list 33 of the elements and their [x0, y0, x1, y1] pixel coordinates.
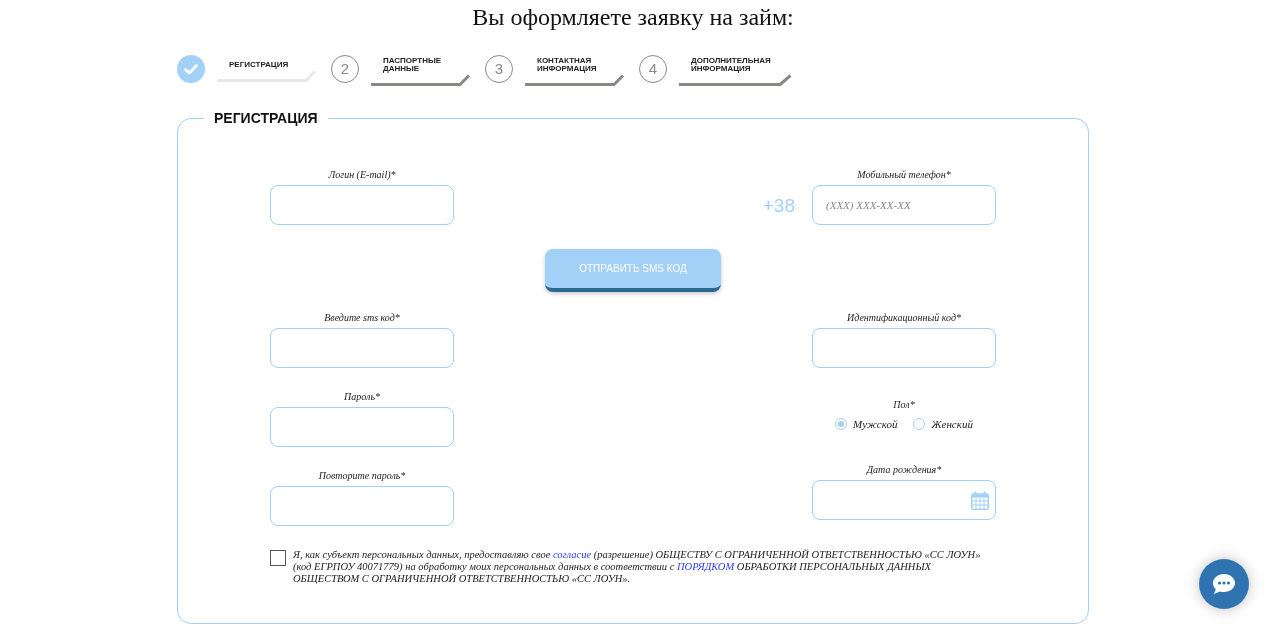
- field-label: Мобильный телефон*: [857, 169, 951, 181]
- radio-button[interactable]: [913, 418, 926, 430]
- text-field[interactable]: [270, 486, 454, 526]
- chat-bubble-icon: [1212, 573, 1236, 595]
- step-label: ПАСПОРТНЫЕ ДАННЫЕ: [383, 57, 442, 73]
- field-label: Повторите пароль*: [318, 470, 406, 482]
- text-link[interactable]: ПОРЯДКОМ: [677, 561, 735, 572]
- radio-label[interactable]: Мужской: [853, 417, 898, 431]
- text-field[interactable]: [270, 185, 454, 225]
- calendar-icon: [971, 490, 989, 510]
- text-link[interactable]: согласие: [552, 549, 592, 560]
- step-label: ДОПОЛНИТЕЛЬНАЯ ИНФОРМАЦИЯ: [691, 57, 771, 73]
- radio-button[interactable]: [835, 418, 848, 430]
- radio-label[interactable]: Женский: [931, 417, 973, 431]
- consent-checkbox[interactable]: [270, 550, 286, 566]
- date-field[interactable]: [812, 480, 996, 520]
- section-title: РЕГИСТРАЦИЯ: [213, 109, 319, 128]
- page-title: Вы оформляете заявку на займ:: [472, 3, 794, 32]
- text-field[interactable]: [270, 328, 454, 368]
- step-label: КОНТАКТНАЯ ИНФОРМАЦИЯ: [537, 57, 597, 73]
- phone-prefix: +38: [762, 195, 795, 215]
- step-label: РЕГИСТРАЦИЯ: [229, 61, 289, 69]
- phone-field[interactable]: (XXX) XXX-XX-XX: [812, 185, 996, 225]
- consent-text: Я, как субъект персональных данных, предоставляю свое согласие (разрешение) ОБЩЕСТВУ С ОГРАНИЧЕННОЙ ОТВЕТСТВЕННОСТЬЮ «СС ЛОУН» (код ЕГРПОУ 40071779) на обработку моих персональных данных в соответствии с ПОРЯДКОМ ОБРАБОТКИ ПЕРСОНАЛЬНЫХ ДАННЫХ ОБЩЕСТВОМ С ОГРАНИЧЕННОЙ ОТВЕТСТВЕННОСТЬЮ «СС ЛОУН».: [293, 549, 982, 585]
- chat-button[interactable]: [1199, 559, 1249, 609]
- field-label: Пароль*: [344, 391, 380, 403]
- text-field[interactable]: [270, 407, 454, 447]
- field-label: Введите sms код*: [324, 312, 400, 324]
- text-field[interactable]: [812, 328, 996, 368]
- field-label: Идентификационный код*: [847, 312, 961, 324]
- field-label: Логин (E-mail)*: [328, 169, 396, 181]
- field-label: Дата рождения*: [866, 464, 942, 476]
- field-label: Пол*: [893, 399, 915, 411]
